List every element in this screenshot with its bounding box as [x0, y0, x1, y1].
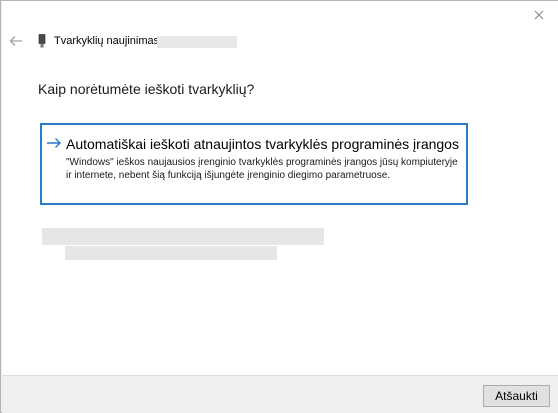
dialog-footer: Atšaukti [2, 375, 558, 413]
close-button[interactable] [530, 6, 548, 24]
close-icon [534, 10, 544, 20]
redacted-region [65, 246, 277, 260]
option-title: Automatiškai ieškoti atnaujintos tvarkyk… [66, 136, 459, 152]
option-description: "Windows" ieškos naujausios įrenginio tv… [66, 157, 458, 181]
redacted-region [42, 228, 324, 245]
cancel-button[interactable]: Atšaukti [483, 385, 550, 407]
dialog-content: Tvarkyklių naujinimas Kaip norėtumėte ie… [2, 1, 558, 375]
driver-update-window: Tvarkyklių naujinimas Kaip norėtumėte ie… [0, 0, 558, 413]
back-button[interactable] [8, 33, 24, 49]
arrow-left-icon [9, 36, 22, 46]
arrow-right-icon [47, 138, 61, 148]
window-title: Tvarkyklių naujinimas [54, 35, 160, 47]
redacted-region [157, 36, 237, 48]
device-icon [38, 34, 46, 48]
auto-search-option[interactable]: Automatiškai ieškoti atnaujintos tvarkyk… [40, 123, 468, 205]
page-heading: Kaip norėtumėte ieškoti tvarkyklių? [38, 81, 255, 97]
